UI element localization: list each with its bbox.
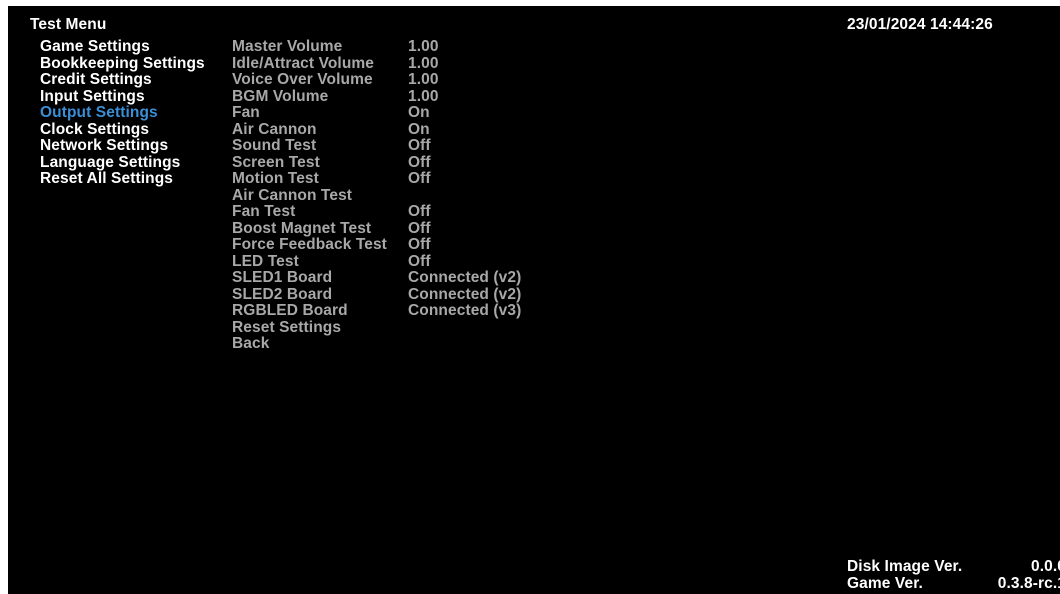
option-value: On — [408, 120, 430, 138]
option-back[interactable]: Back — [232, 335, 552, 353]
option-label: Fan — [232, 104, 260, 121]
option-value: Connected (v2) — [408, 285, 522, 303]
datetime-display: 23/01/2024 14:44:26 — [847, 16, 993, 33]
menu-item-credit-settings[interactable]: Credit Settings — [40, 71, 205, 89]
option-label: Air Cannon — [232, 120, 317, 138]
option-value: Off — [408, 153, 431, 171]
option-air-cannon[interactable]: Air Cannon On — [232, 120, 552, 139]
option-value: Connected (v3) — [408, 302, 522, 319]
option-value: 1.00 — [408, 54, 439, 72]
option-label: Motion Test — [232, 170, 319, 187]
option-reset-settings[interactable]: Reset Settings — [232, 318, 552, 337]
option-value: Off — [408, 170, 431, 187]
option-voice-over-volume[interactable]: Voice Over Volume 1.00 — [232, 71, 552, 89]
option-value: Off — [408, 203, 431, 220]
option-label: Screen Test — [232, 153, 320, 171]
option-label: SLED2 Board — [232, 285, 333, 303]
option-label: LED Test — [232, 252, 299, 270]
option-sled2-board[interactable]: SLED2 Board Connected (v2) — [232, 285, 552, 304]
option-value: 1.00 — [408, 71, 439, 88]
option-label: Reset Settings — [232, 318, 342, 336]
option-label: Idle/Attract Volume — [232, 54, 374, 72]
option-sound-test[interactable]: Sound Test Off — [232, 137, 552, 155]
menu-item-bookkeeping-settings[interactable]: Bookkeeping Settings — [40, 55, 205, 73]
option-value: Off — [408, 137, 431, 154]
game-version-value: 0.3.8-rc.1 — [997, 575, 1060, 592]
menu-item-reset-all-settings[interactable]: Reset All Settings — [40, 170, 205, 188]
option-label: Air Cannon Test — [232, 186, 353, 204]
option-value: 1.00 — [408, 38, 439, 55]
disk-image-version-value: 0.0.0 — [1031, 558, 1060, 575]
option-value: Off — [408, 236, 431, 253]
option-idle-attract-volume[interactable]: Idle/Attract Volume 1.00 — [232, 54, 552, 73]
menu-item-clock-settings[interactable]: Clock Settings — [40, 121, 205, 139]
menu-item-network-settings[interactable]: Network Settings — [40, 137, 205, 155]
option-fan-test[interactable]: Fan Test Off — [232, 203, 552, 221]
menu-item-language-settings[interactable]: Language Settings — [40, 154, 205, 172]
settings-category-list: Game Settings Bookkeeping Settings Credi… — [40, 38, 205, 188]
option-value: Connected (v2) — [408, 269, 522, 286]
option-value: On — [408, 104, 430, 121]
menu-item-game-settings[interactable]: Game Settings — [40, 38, 205, 56]
option-label: BGM Volume — [232, 87, 329, 105]
game-version-row: Game Ver. 0.3.8-rc.1 — [847, 575, 1060, 593]
version-info: Disk Image Ver. 0.0.0 Game Ver. 0.3.8-rc… — [847, 558, 1060, 593]
option-label: Boost Magnet Test — [232, 219, 372, 237]
option-label: Sound Test — [232, 137, 317, 154]
menu-title: Test Menu — [30, 16, 107, 33]
disk-image-version-label: Disk Image Ver. — [847, 558, 963, 575]
option-value: Off — [408, 252, 431, 270]
test-menu-screen: Test Menu 23/01/2024 14:44:26 Game Setti… — [8, 6, 1060, 594]
option-value: Off — [408, 219, 431, 237]
disk-image-version-row: Disk Image Ver. 0.0.0 — [847, 558, 1060, 576]
option-screen-test[interactable]: Screen Test Off — [232, 153, 552, 172]
option-motion-test[interactable]: Motion Test Off — [232, 170, 552, 188]
option-label: Master Volume — [232, 38, 343, 55]
option-label: SLED1 Board — [232, 269, 333, 286]
option-label: Back — [232, 335, 270, 352]
option-bgm-volume[interactable]: BGM Volume 1.00 — [232, 87, 552, 106]
menu-item-input-settings[interactable]: Input Settings — [40, 88, 205, 106]
menu-item-output-settings[interactable]: Output Settings — [40, 104, 205, 122]
option-label: Force Feedback Test — [232, 236, 387, 253]
option-sled1-board[interactable]: SLED1 Board Connected (v2) — [232, 269, 552, 287]
option-fan[interactable]: Fan On — [232, 104, 552, 122]
option-air-cannon-test[interactable]: Air Cannon Test — [232, 186, 552, 205]
option-boost-magnet-test[interactable]: Boost Magnet Test Off — [232, 219, 552, 238]
option-rgbled-board[interactable]: RGBLED Board Connected (v3) — [232, 302, 552, 320]
option-value: 1.00 — [408, 87, 439, 105]
option-label: Fan Test — [232, 203, 296, 220]
option-force-feedback-test[interactable]: Force Feedback Test Off — [232, 236, 552, 254]
option-led-test[interactable]: LED Test Off — [232, 252, 552, 271]
output-settings-list: Master Volume 1.00 Idle/Attract Volume 1.0… — [232, 38, 552, 353]
option-master-volume[interactable]: Master Volume 1.00 — [232, 38, 552, 56]
option-label: RGBLED Board — [232, 302, 348, 319]
game-version-label: Game Ver. — [847, 575, 923, 592]
option-label: Voice Over Volume — [232, 71, 373, 88]
